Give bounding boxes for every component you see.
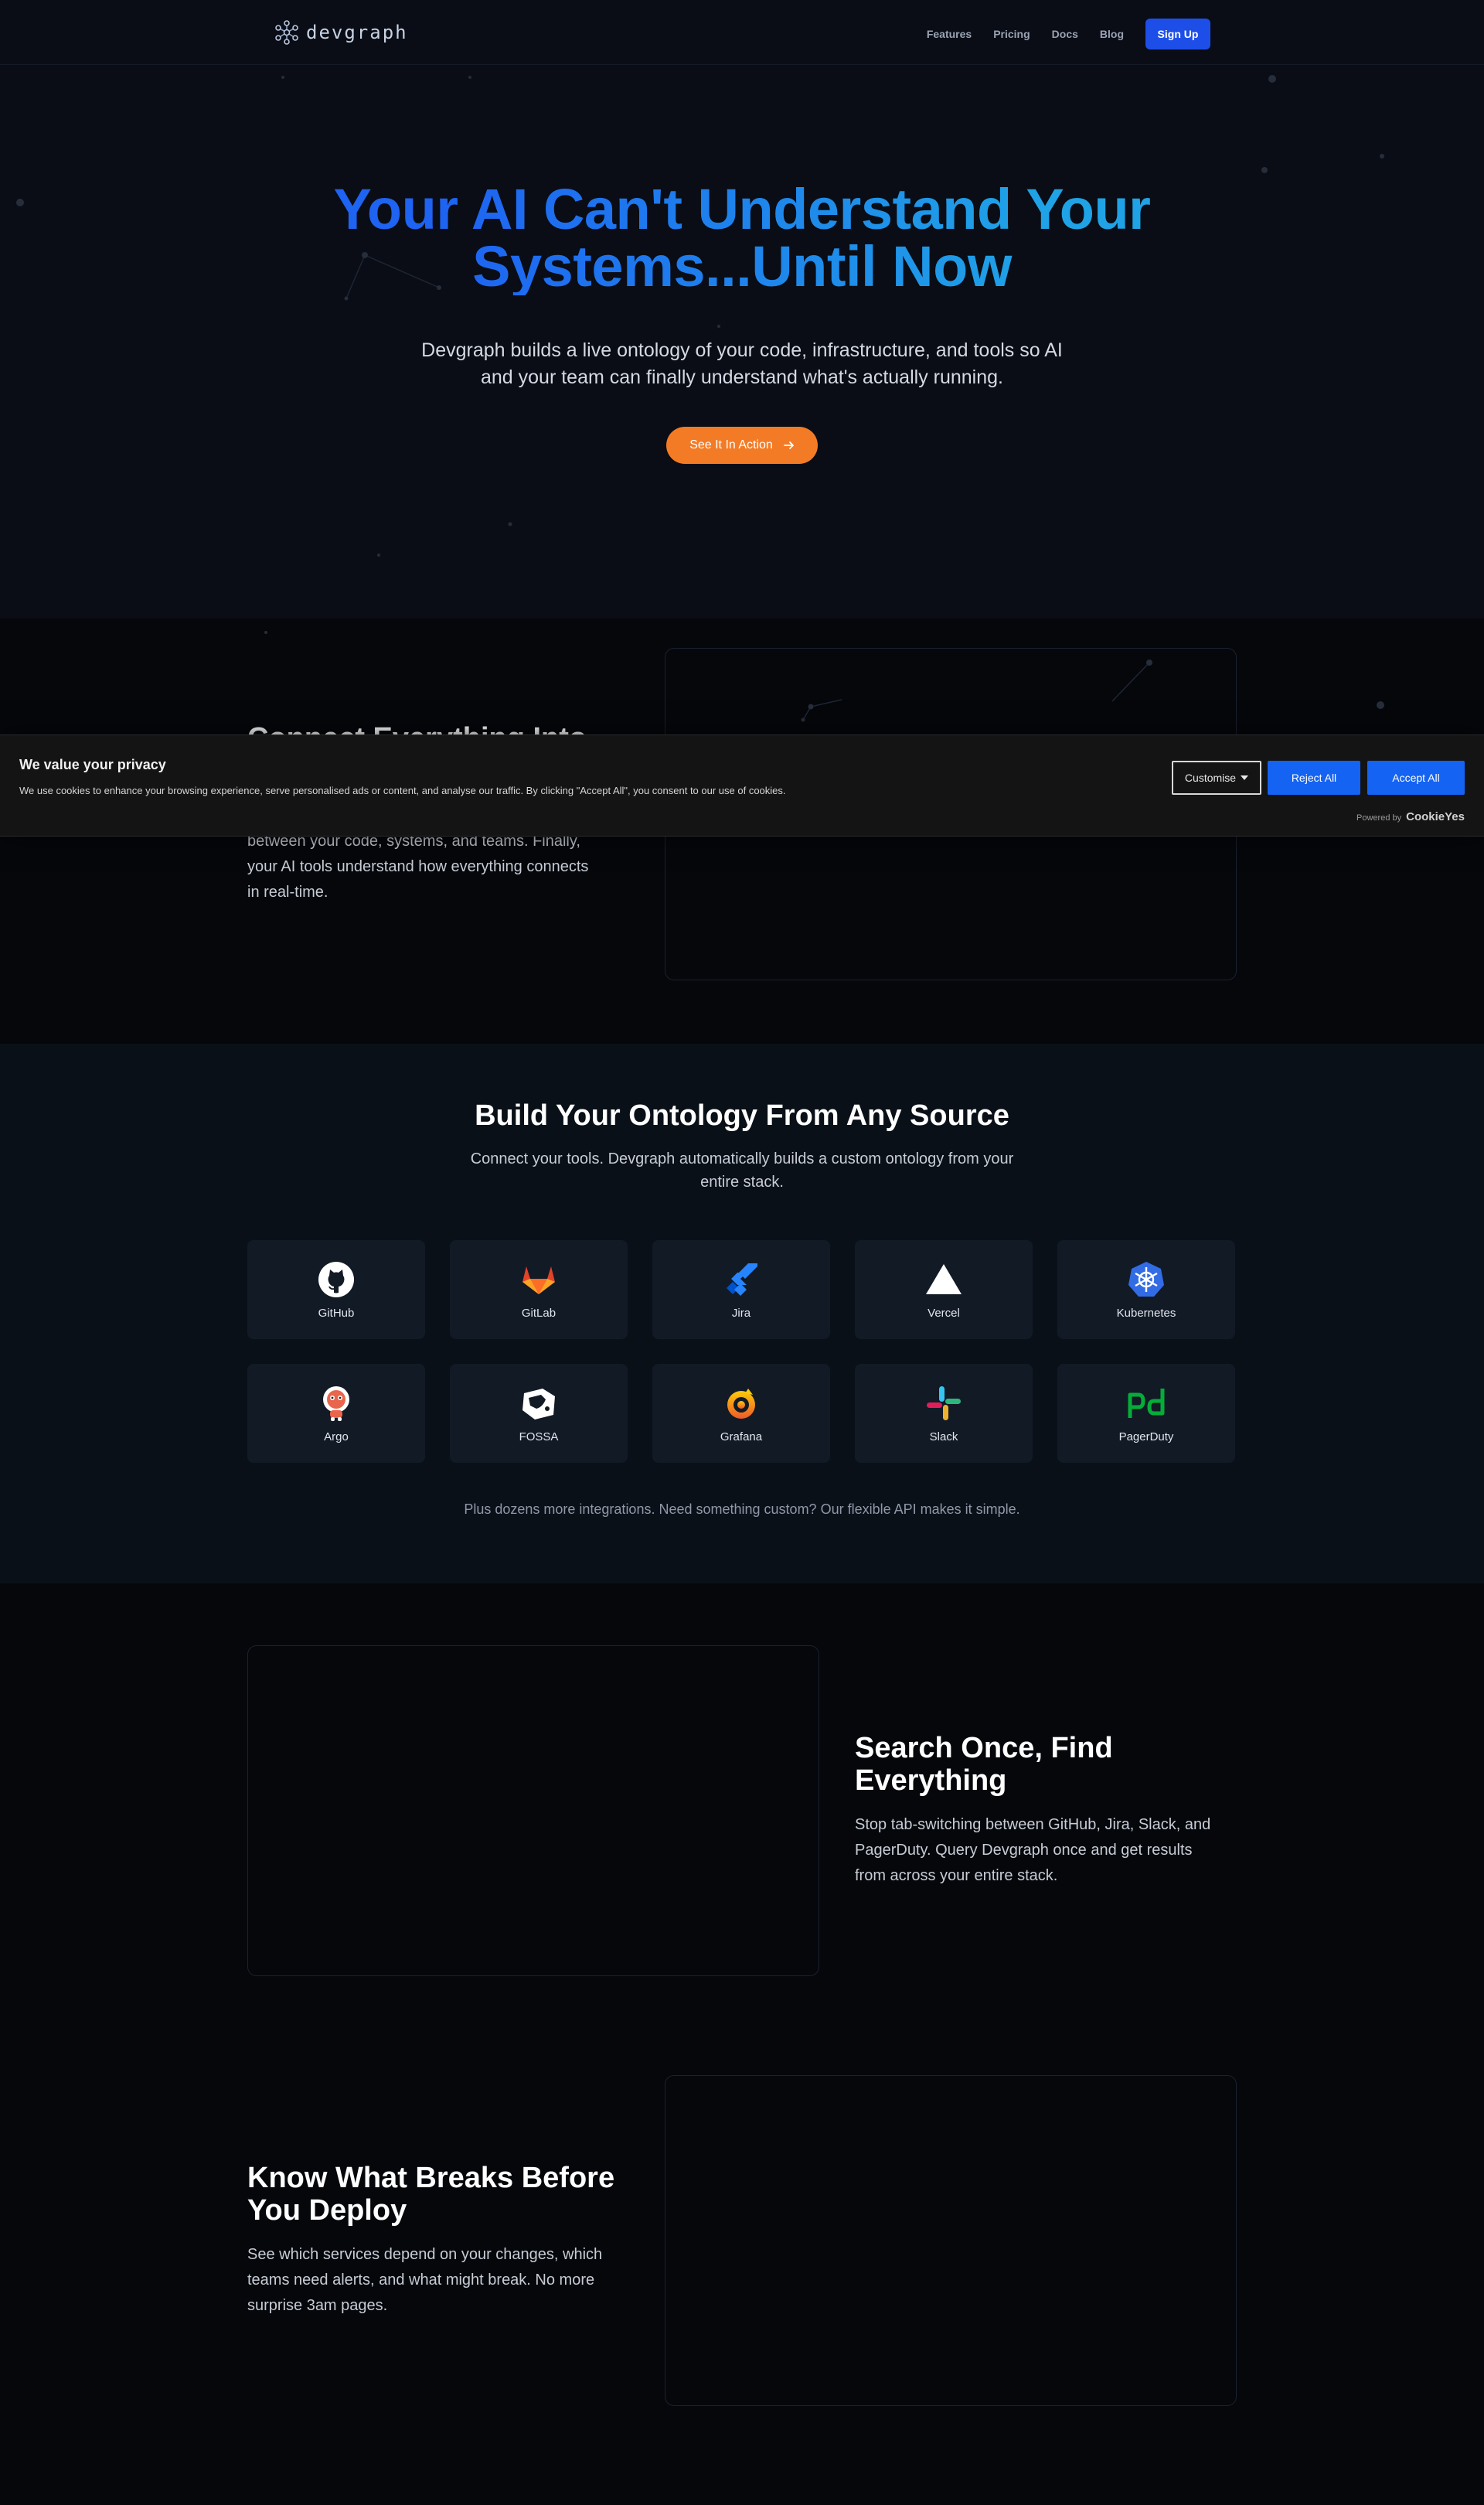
cta-label: See It In Action: [689, 438, 773, 452]
integration-card-fossa[interactable]: FOSSA: [450, 1364, 628, 1463]
integration-label: GitLab: [521, 1306, 556, 1320]
sources-subtitle-line-2: entire stack.: [700, 1174, 784, 1191]
integration-card-grafana[interactable]: Grafana: [652, 1364, 830, 1463]
cookieyes-brand: CookieYes: [1406, 810, 1465, 823]
argo-icon: [323, 1385, 349, 1421]
cookie-consent-banner: We value your privacy We use cookies to …: [0, 734, 1484, 837]
search-visual-panel: [247, 1645, 819, 1976]
jira-icon: [727, 1263, 757, 1296]
integration-card-vercel[interactable]: Vercel: [855, 1240, 1033, 1339]
deploy-text: See which services depend on your change…: [247, 2242, 649, 2319]
deploy-title-line-2: You Deploy: [247, 2194, 407, 2227]
integration-label: Vercel: [928, 1306, 960, 1320]
integration-label: Grafana: [720, 1430, 763, 1443]
hero-title-line-1: Your AI Can't Understand Your: [333, 177, 1151, 241]
integration-label: Slack: [929, 1430, 958, 1443]
deploy-text-line: teams need alerts, and what might break.…: [247, 2272, 595, 2289]
deploy-text-line: See which services depend on your change…: [247, 2246, 603, 2263]
nav-link-pricing[interactable]: Pricing: [993, 28, 1030, 40]
search-title: Search Once, Find Everything: [855, 1732, 1113, 1797]
integration-card-gitlab[interactable]: GitLab: [450, 1240, 628, 1339]
connect-text: between your code, systems, and teams. F…: [247, 829, 649, 905]
sign-up-button[interactable]: Sign Up: [1145, 19, 1210, 49]
grafana-icon: [727, 1388, 755, 1419]
integration-card-jira[interactable]: Jira: [652, 1240, 830, 1339]
kubernetes-icon: [1128, 1261, 1164, 1297]
sources-section: Build Your Ontology From Any Source Conn…: [0, 1044, 1484, 1583]
powered-by-label: Powered by: [1356, 813, 1402, 823]
pagerduty-icon: [1128, 1388, 1165, 1418]
caret-down-icon: [1241, 775, 1249, 780]
logo-text: devgraph: [306, 22, 408, 43]
integration-label: PagerDuty: [1118, 1430, 1174, 1443]
accept-all-button[interactable]: Accept All: [1367, 761, 1465, 795]
nav-links: Features Pricing Docs Blog Sign Up: [927, 19, 1210, 49]
customise-label: Customise: [1184, 772, 1237, 784]
fossa-icon: [522, 1388, 555, 1420]
hero-subtitle-line-1: Devgraph builds a live ontology of your …: [421, 339, 1063, 361]
see-it-in-action-button[interactable]: See It In Action: [666, 427, 818, 464]
customise-button[interactable]: Customise: [1172, 761, 1261, 795]
connect-text-line: in real-time.: [247, 884, 328, 901]
integration-label: Kubernetes: [1116, 1306, 1176, 1320]
sources-subtitle-line-1: Connect your tools. Devgraph automatical…: [470, 1150, 1014, 1167]
deploy-title-line-1: Know What Breaks Before: [247, 2162, 615, 2194]
integration-label: FOSSA: [519, 1430, 559, 1443]
integration-card-kubernetes[interactable]: Kubernetes: [1057, 1240, 1235, 1339]
integrations-footnote: Plus dozens more integrations. Need some…: [464, 1501, 1020, 1517]
hero-subtitle-line-2: and your team can finally understand wha…: [480, 366, 1003, 388]
sources-title: Build Your Ontology From Any Source: [475, 1099, 1009, 1132]
nav-link-docs[interactable]: Docs: [1052, 28, 1078, 40]
top-nav: devgraph Features Pricing Docs Blog Sign…: [0, 0, 1484, 65]
devgraph-logo-icon: [275, 20, 298, 45]
deploy-visual-panel: [665, 2075, 1237, 2406]
powered-by[interactable]: Powered by CookieYes: [1356, 810, 1465, 823]
search-text-line: PagerDuty. Query Devgraph once and get r…: [855, 1842, 1193, 1859]
logo[interactable]: devgraph: [274, 19, 408, 46]
nav-link-features[interactable]: Features: [927, 28, 972, 40]
nav-link-blog[interactable]: Blog: [1100, 28, 1124, 40]
hero-section: Your AI Can't Understand Your Systems...…: [0, 65, 1484, 619]
search-text: Stop tab-switching between GitHub, Jira,…: [855, 1812, 1257, 1889]
cookie-text: We use cookies to enhance your browsing …: [19, 785, 786, 796]
integration-label: Jira: [731, 1306, 751, 1320]
reject-all-button[interactable]: Reject All: [1268, 761, 1360, 795]
integration-label: Argo: [324, 1430, 349, 1443]
search-text-line: from across your entire stack.: [855, 1867, 1058, 1884]
hero-subtitle: Devgraph builds a live ontology of your …: [394, 337, 1090, 391]
sources-subtitle: Connect your tools. Devgraph automatical…: [433, 1147, 1051, 1194]
search-title-line-2: Everything: [855, 1764, 1007, 1797]
search-title-line-1: Search Once, Find: [855, 1732, 1113, 1764]
hero-title-line-2: Systems...Until Now: [472, 234, 1012, 298]
vercel-icon: [926, 1263, 962, 1294]
deploy-text-line: surprise 3am pages.: [247, 2297, 388, 2314]
integration-card-github[interactable]: GitHub: [247, 1240, 425, 1339]
connect-text-line: your AI tools understand how everything …: [247, 858, 589, 875]
integration-card-argo[interactable]: Argo: [247, 1364, 425, 1463]
integration-card-slack[interactable]: Slack: [855, 1364, 1033, 1463]
slack-icon: [927, 1385, 961, 1420]
deploy-title: Know What Breaks Before You Deploy: [247, 2162, 614, 2227]
search-text-line: Stop tab-switching between GitHub, Jira,…: [855, 1816, 1211, 1833]
github-icon: [318, 1261, 354, 1297]
integration-label: GitHub: [318, 1306, 355, 1320]
gitlab-icon: [522, 1266, 555, 1294]
integration-card-pagerduty[interactable]: PagerDuty: [1057, 1364, 1235, 1463]
cookie-title: We value your privacy: [19, 757, 166, 772]
hero-title: Your AI Can't Understand Your Systems...…: [0, 181, 1484, 295]
search-section: Search Once, Find Everything Stop tab-sw…: [0, 1583, 1484, 2505]
arrow-right-icon: [783, 441, 794, 449]
